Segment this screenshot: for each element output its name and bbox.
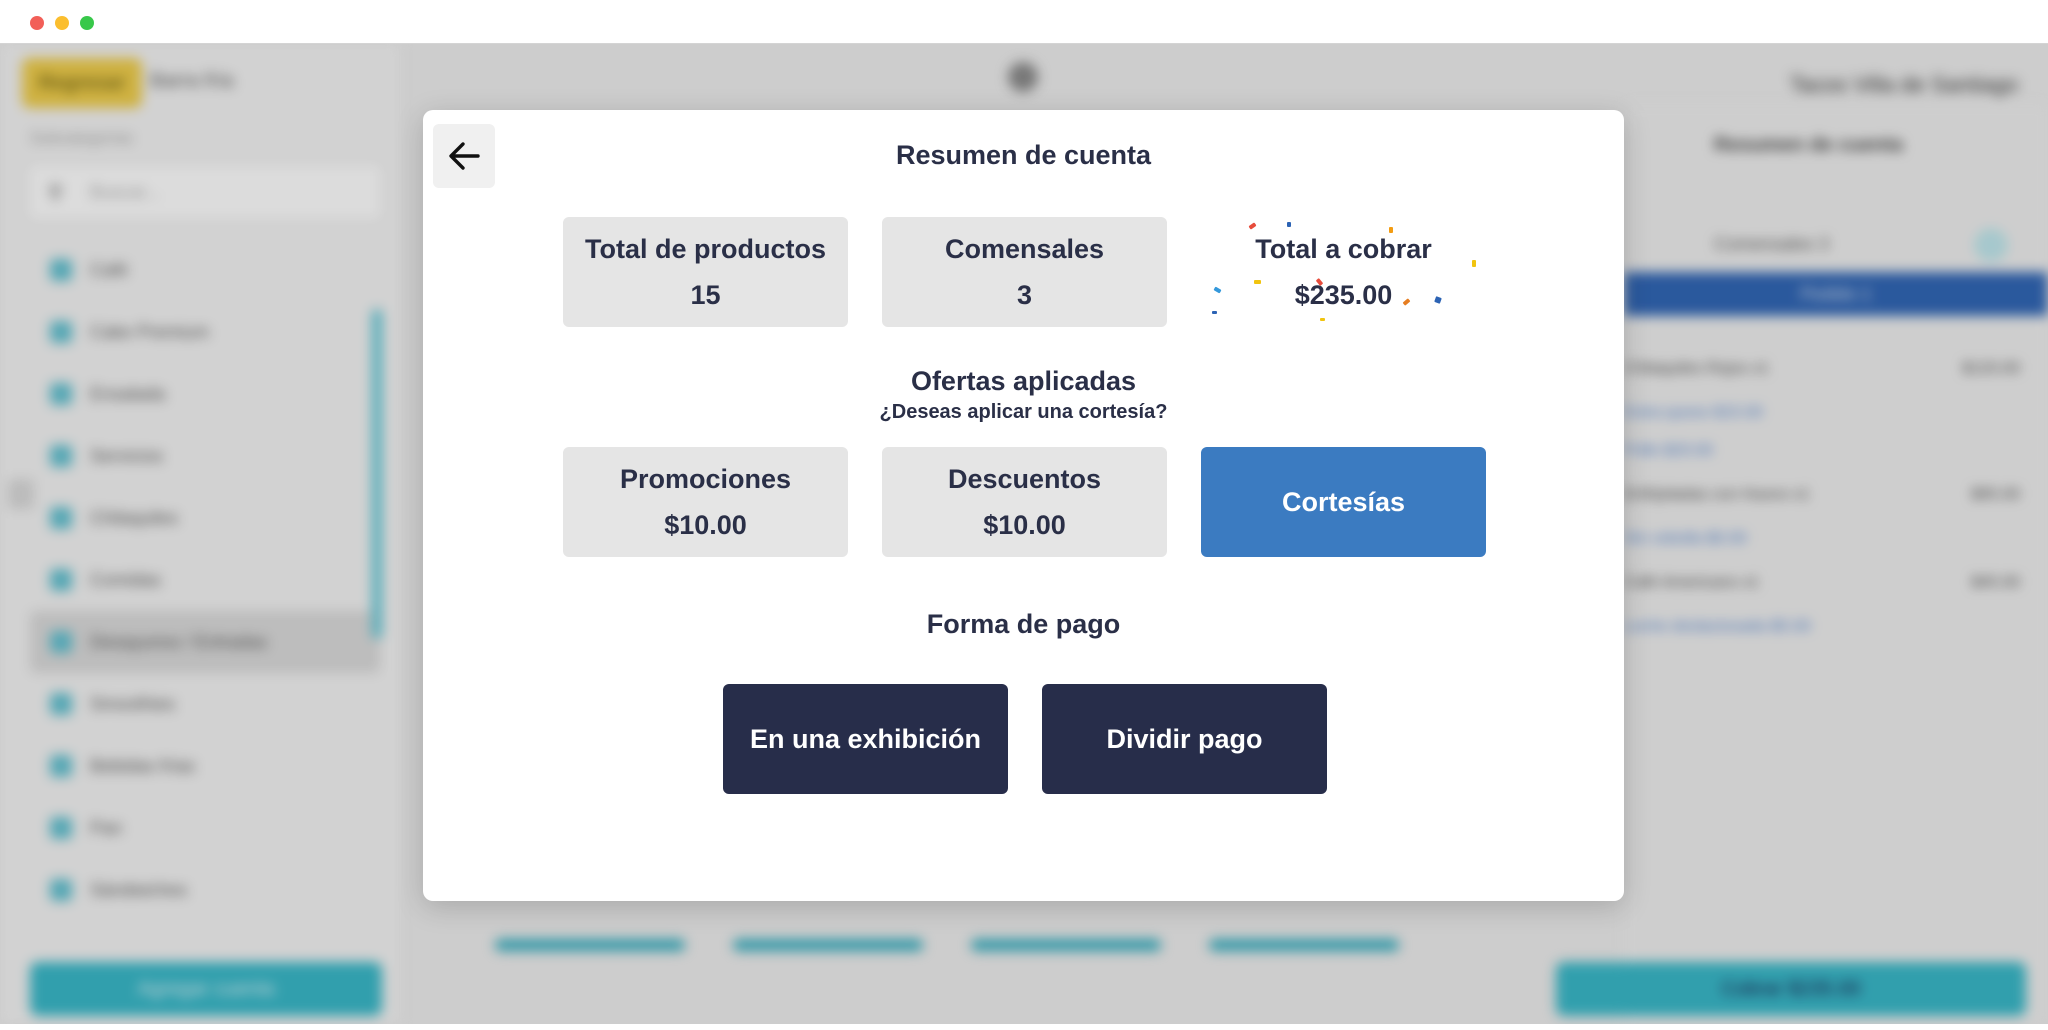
- single-payment-button[interactable]: En una exhibición: [723, 684, 1008, 794]
- window-zoom-button[interactable]: [80, 16, 94, 30]
- total-products-label: Total de productos: [585, 234, 826, 264]
- account-summary-modal: Resumen de cuenta Total de productos 15 …: [423, 110, 1624, 901]
- diners-value: 3: [1016, 280, 1033, 310]
- split-payment-button[interactable]: Dividir pago: [1042, 684, 1327, 794]
- window-titlebar: [0, 0, 2048, 44]
- offers-title: Ofertas aplicadas: [910, 366, 1137, 396]
- promotions-card[interactable]: Promociones $10.00: [563, 447, 848, 557]
- confetti-piece: [1212, 311, 1217, 314]
- total-charge-card: Total a cobrar $235.00: [1201, 217, 1486, 327]
- confetti-piece: [1287, 222, 1291, 227]
- total-charge-value: $235.00: [1294, 280, 1393, 310]
- confetti-piece: [1389, 227, 1393, 233]
- confetti-piece: [1320, 318, 1325, 321]
- payment-method-title: Forma de pago: [926, 609, 1121, 639]
- confetti-piece: [1472, 260, 1476, 267]
- discounts-card[interactable]: Descuentos $10.00: [882, 447, 1167, 557]
- window-close-button[interactable]: [30, 16, 44, 30]
- confetti-piece: [1254, 280, 1261, 284]
- discounts-value: $10.00: [983, 510, 1066, 540]
- courtesies-button[interactable]: Cortesías: [1201, 447, 1486, 557]
- modal-title: Resumen de cuenta: [895, 140, 1152, 170]
- diners-card: Comensales 3: [882, 217, 1167, 327]
- promotions-label: Promociones: [619, 464, 792, 494]
- discounts-label: Descuentos: [947, 464, 1102, 494]
- diners-label: Comensales: [944, 234, 1105, 264]
- total-products-card: Total de productos 15: [563, 217, 848, 327]
- window-minimize-button[interactable]: [55, 16, 69, 30]
- total-charge-label: Total a cobrar: [1255, 234, 1432, 264]
- promotions-value: $10.00: [664, 510, 747, 540]
- offers-subtitle: ¿Deseas aplicar una cortesía?: [879, 401, 1168, 423]
- total-products-value: 15: [690, 280, 721, 310]
